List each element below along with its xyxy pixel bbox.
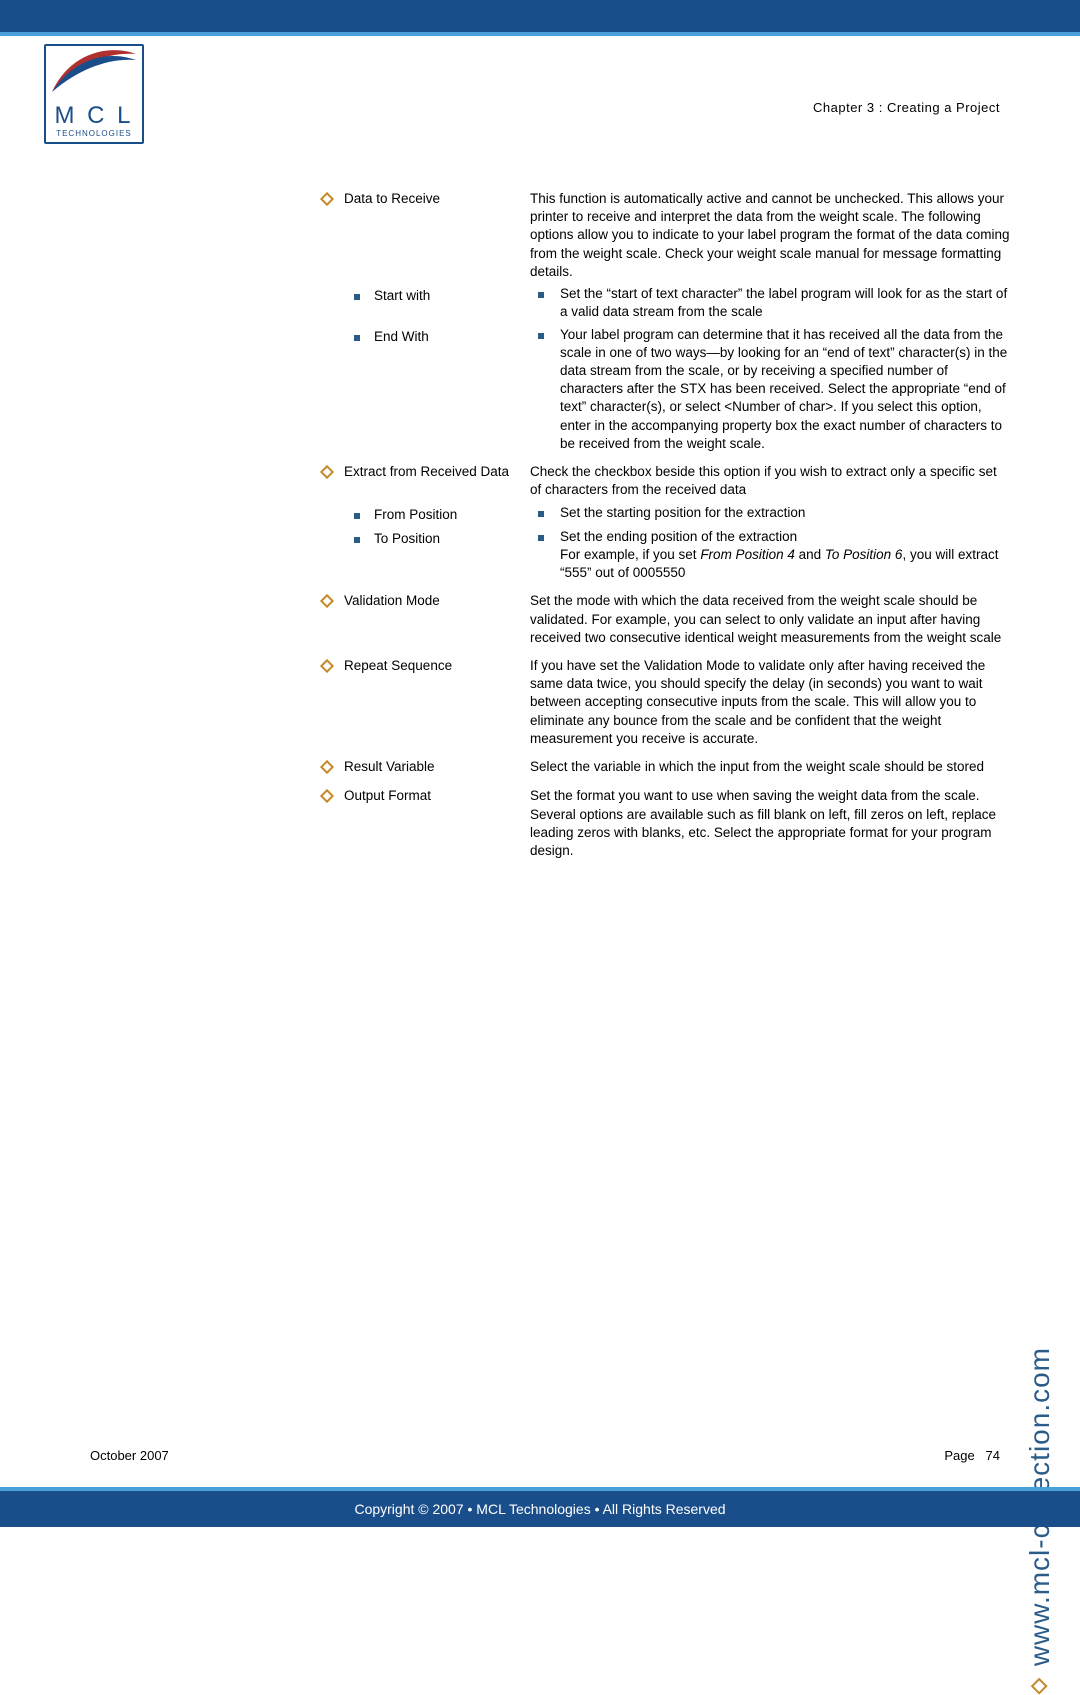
logo: M C L TECHNOLOGIES [44, 44, 144, 144]
diamond-icon [320, 594, 334, 608]
logo-subtext: TECHNOLOGIES [46, 129, 142, 138]
diamond-icon [1031, 1678, 1048, 1695]
diamond-icon [320, 789, 334, 803]
diamond-icon [320, 659, 334, 673]
diamond-icon [320, 760, 334, 774]
text: and [795, 547, 825, 562]
text: From Position 4 [700, 547, 795, 562]
footer-page: Page 74 [944, 1448, 1000, 1463]
logo-swoosh-icon [50, 44, 138, 94]
field-label: Extract from Received Data [344, 463, 530, 499]
field-label: Validation Mode [344, 592, 530, 647]
field-desc: Select the variable in which the input f… [530, 758, 1010, 777]
chapter-heading: Chapter 3 : Creating a Project [813, 100, 1000, 115]
square-bullet-icon [354, 537, 360, 543]
text: For example, if you set [560, 547, 700, 562]
subfield-desc: Set the ending position of the extractio… [560, 528, 1010, 583]
copyright: Copyright © 2007 • MCL Technologies • Al… [354, 1501, 725, 1517]
field-desc: Set the format you want to use when savi… [530, 787, 1010, 860]
subfield-desc: Your label program can determine that it… [560, 326, 1010, 454]
subfield-label: End With [374, 328, 530, 346]
footer-bar: Copyright © 2007 • MCL Technologies • Al… [0, 1491, 1080, 1527]
square-bullet-icon [538, 511, 544, 517]
square-bullet-icon [354, 513, 360, 519]
field-label: Repeat Sequence [344, 657, 530, 748]
subfield-label: Start with [374, 287, 530, 305]
square-bullet-icon [354, 335, 360, 341]
top-bar [0, 0, 1080, 32]
field-label: Result Variable [344, 758, 530, 777]
square-bullet-icon [538, 535, 544, 541]
subfield-label: To Position [374, 530, 530, 548]
square-bullet-icon [538, 292, 544, 298]
footer-meta: October 2007 Page 74 [90, 1448, 1000, 1463]
field-label: Data to Receive [344, 190, 530, 281]
logo-text: M C L [46, 102, 142, 130]
field-desc: Check the checkbox beside this option if… [530, 463, 1010, 499]
diamond-icon [320, 465, 334, 479]
field-label: Output Format [344, 787, 530, 860]
content-body: Data to Receive This function is automat… [320, 190, 1010, 864]
text: To Position 6 [825, 547, 903, 562]
field-desc: This function is automatically active an… [530, 190, 1010, 281]
text: Set the ending position of the extractio… [560, 529, 797, 544]
subfield-desc: Set the starting position for the extrac… [560, 504, 1010, 524]
footer-date: October 2007 [90, 1448, 169, 1463]
subfield-label: From Position [374, 506, 530, 524]
diamond-icon [320, 192, 334, 206]
field-desc: Set the mode with which the data receive… [530, 592, 1010, 647]
field-desc: If you have set the Validation Mode to v… [530, 657, 1010, 748]
square-bullet-icon [538, 333, 544, 339]
subfield-desc: Set the “start of text character” the la… [560, 285, 1010, 321]
square-bullet-icon [354, 294, 360, 300]
